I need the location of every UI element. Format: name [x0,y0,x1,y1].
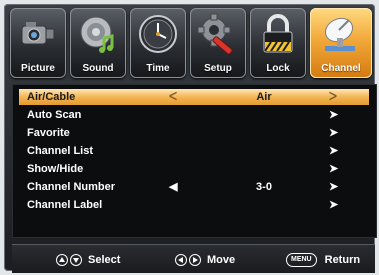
menu-row-air-cable[interactable]: Air/Cable ᐸ Air ᐳ [19,89,369,105]
camera-icon [21,22,55,45]
row-label: Channel List [27,145,94,157]
select-hint-label: Select [88,254,121,266]
menu-row-channel-number[interactable]: Channel Number ◀ 3-0 ➤ [19,179,369,195]
row-label: Show/Hide [27,163,84,175]
tab-sound[interactable]: Sound [70,8,126,78]
row-value: 3-0 [256,181,272,193]
row-label: Auto Scan [27,109,82,121]
arrow-left-icon[interactable]: ◀ [169,180,177,193]
speaker-icon [80,16,114,53]
clock-icon [139,15,177,53]
tv-osd-screen: Picture Sound Time Setup Lock Channel Ai… [0,0,379,275]
tab-label: Channel [321,63,361,74]
down-button-icon [70,254,82,266]
arrow-right-icon: ➤ [329,145,339,157]
tab-time[interactable]: Time [130,8,186,78]
menu-row-auto-scan[interactable]: Auto Scan ➤ [19,107,369,123]
select-hint: Select [56,253,120,267]
channel-menu-panel: Air/Cable ᐸ Air ᐳ Auto Scan ➤ Favorite ➤… [12,84,377,238]
menu-key-icon: MENU [286,253,317,267]
arrow-right-icon[interactable]: ➤ [329,180,338,193]
menu-row-favorite[interactable]: Favorite ➤ [19,125,369,141]
menu-row-show-hide[interactable]: Show/Hide ➤ [19,161,369,177]
tab-label: Setup [204,63,232,74]
chevron-right-icon[interactable]: ᐳ [329,90,337,103]
arrow-right-icon: ➤ [329,163,339,175]
tab-label: Time [146,63,170,74]
menu-row-channel-label[interactable]: Channel Label ➤ [19,197,369,213]
arrow-right-icon: ➤ [329,199,339,211]
move-hint: Move [175,253,235,267]
row-label: Channel Label [27,199,103,211]
up-button-icon [56,254,68,266]
arrow-right-icon: ➤ [329,109,339,121]
tab-label: Lock [266,63,290,74]
osd-frame: Picture Sound Time Setup Lock Channel Ai… [4,4,377,273]
row-label: Air/Cable [27,91,76,103]
menu-row-channel-list[interactable]: Channel List ➤ [19,143,369,159]
wrench-icon [197,13,233,55]
return-hint-label: Return [324,254,361,266]
row-label: Channel Number [27,181,116,193]
left-button-icon [175,254,187,266]
move-hint-label: Move [207,254,236,266]
return-hint: MENU Return [286,253,360,267]
row-value: Air [256,91,272,103]
menu-tab-bar: Picture Sound Time Setup Lock Channel [10,8,372,82]
lock-icon [263,14,293,53]
tab-picture[interactable]: Picture [10,8,66,78]
tab-lock[interactable]: Lock [250,8,306,78]
tab-label: Sound [82,63,114,74]
tab-channel[interactable]: Channel [310,8,372,78]
satellite-dish-icon [324,17,355,51]
tab-setup[interactable]: Setup [190,8,246,78]
right-button-icon [189,254,201,266]
row-label: Favorite [27,127,70,139]
chevron-left-icon[interactable]: ᐸ [169,90,177,103]
arrow-right-icon: ➤ [329,127,339,139]
key-hint-bar: Select Move MENU Return [12,244,375,273]
tab-label: Picture [21,63,55,74]
